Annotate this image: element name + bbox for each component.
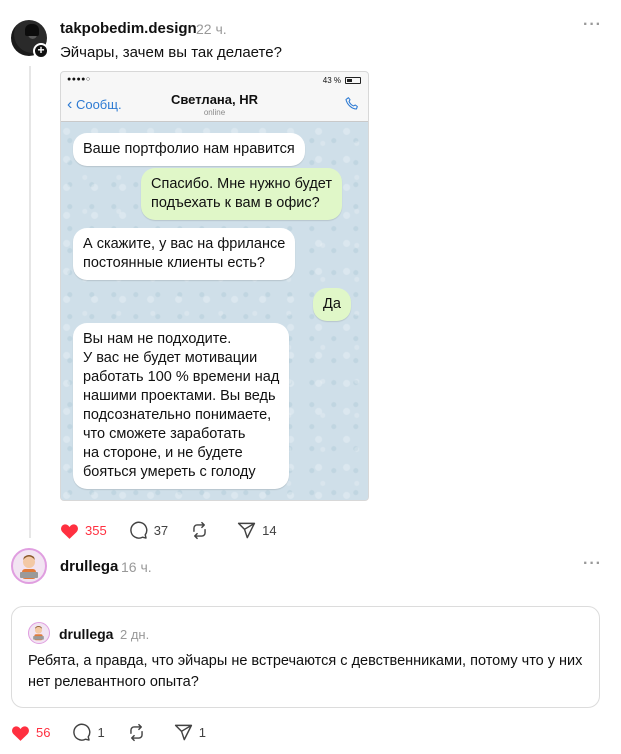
avatar-illustration xyxy=(33,625,44,641)
reply-actions: 56 1 1 xyxy=(11,723,228,742)
quoted-text: Ребята, а правда, что эйчары не встречаю… xyxy=(28,653,583,690)
follow-plus-icon[interactable]: + xyxy=(33,43,49,59)
more-horizontal-icon[interactable]: ··· xyxy=(583,16,602,34)
chat-name: Светлана, HR xyxy=(170,92,259,107)
share-button[interactable]: 1 xyxy=(174,723,206,742)
thread-line xyxy=(29,66,31,538)
reply-count: 1 xyxy=(97,725,105,740)
repost-icon xyxy=(129,723,143,742)
message-bubble-incoming: Ваше портфолио нам нравится xyxy=(73,133,305,166)
quoted-avatar xyxy=(28,622,50,644)
reply-time: 16 ч. xyxy=(121,559,152,575)
battery-percent: 43 % xyxy=(322,76,341,85)
comment-icon xyxy=(129,521,148,539)
repost-icon xyxy=(193,521,206,540)
reply-username[interactable]: drullega xyxy=(60,558,118,575)
message-bubble-incoming: Вы нам не подходите. У вас не будет моти… xyxy=(73,323,290,489)
post-text: Эйчары, зачем вы так делаете? xyxy=(60,44,282,61)
like-button[interactable]: 56 xyxy=(11,724,50,742)
more-horizontal-icon[interactable]: ··· xyxy=(583,555,602,573)
battery-icon xyxy=(345,77,361,84)
post-image[interactable]: ●●●●○ 43 % ‹ Сообщ. Светлана, HR online … xyxy=(60,71,369,501)
repost-button[interactable] xyxy=(190,521,215,540)
like-count: 56 xyxy=(36,725,51,740)
post-username[interactable]: takpobedim.design xyxy=(60,20,197,37)
heart-filled-icon xyxy=(61,523,78,539)
chat-header: ‹ Сообщ. Светлана, HR online xyxy=(61,89,368,122)
share-count: 1 xyxy=(198,725,206,740)
like-button[interactable]: 355 xyxy=(60,522,107,540)
signal-indicator: ●●●●○ xyxy=(67,76,91,83)
send-icon xyxy=(238,522,256,539)
repost-button[interactable] xyxy=(127,723,152,742)
reply-button[interactable]: 37 xyxy=(129,521,168,540)
phone-status-bar: ●●●●○ 43 % xyxy=(61,72,368,89)
phone-call-icon xyxy=(345,97,358,110)
comment-icon xyxy=(73,723,91,741)
message-bubble-outgoing: Да xyxy=(313,288,351,321)
share-count: 14 xyxy=(262,523,277,538)
quoted-time: 2 дн. xyxy=(120,627,150,642)
post-time: 22 ч. xyxy=(196,21,227,37)
chat-status: online xyxy=(203,108,226,117)
post-actions: 355 37 14 xyxy=(60,521,299,540)
reply-button[interactable]: 1 xyxy=(72,723,105,742)
chat-background: Ваше портфолио нам нравится Спасибо. Мне… xyxy=(61,123,368,500)
send-icon xyxy=(174,724,192,741)
avatar-illustration xyxy=(20,555,38,579)
share-button[interactable]: 14 xyxy=(237,521,277,540)
quoted-username[interactable]: drullega xyxy=(59,626,113,642)
message-bubble-outgoing: Спасибо. Мне нужно будет подъехать к вам… xyxy=(141,168,343,220)
reply-count: 37 xyxy=(153,523,169,538)
avatar[interactable] xyxy=(11,548,47,584)
heart-filled-icon xyxy=(12,725,29,741)
like-count: 355 xyxy=(85,523,107,538)
message-bubble-incoming: А скажите, у вас на фрилансе постоянные … xyxy=(73,228,296,280)
